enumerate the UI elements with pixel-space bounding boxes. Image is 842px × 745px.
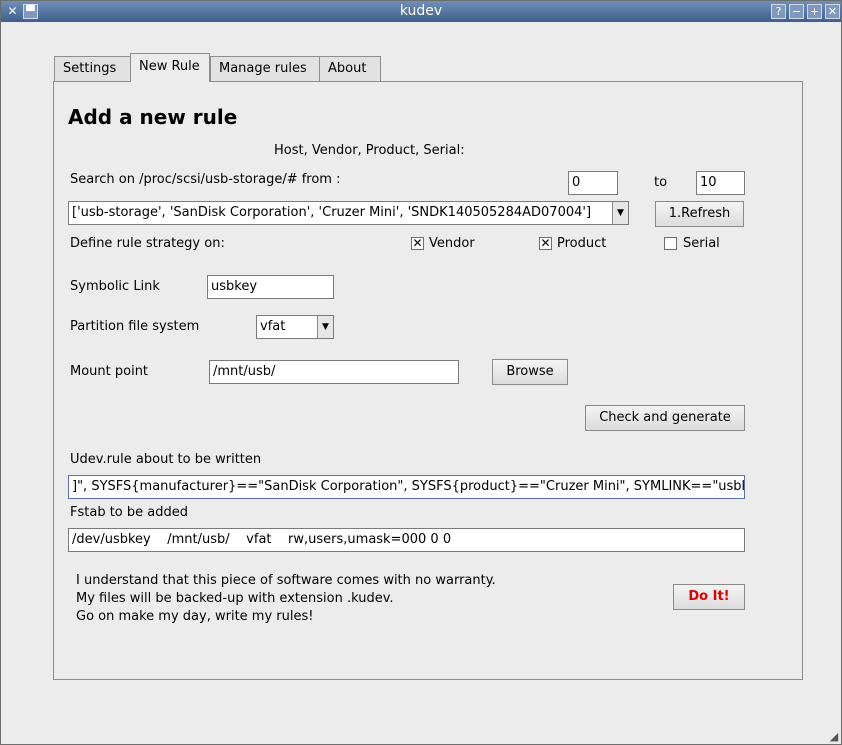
partition-label: Partition file system	[70, 319, 200, 334]
minimize-button[interactable]: −	[789, 4, 804, 19]
refresh-button[interactable]: 1.Refresh	[655, 201, 744, 227]
warranty-line-3: Go on make my day, write my rules!	[76, 609, 314, 624]
chevron-down-icon[interactable]: ▼	[612, 202, 628, 224]
window-menu-icon[interactable]: ✕	[5, 4, 20, 19]
symlink-input[interactable]: usbkey	[207, 275, 334, 299]
mount-label: Mount point	[70, 364, 149, 379]
vendor-checkbox-label: Vendor	[429, 236, 475, 251]
vendor-checkbox[interactable]: ✕	[411, 237, 424, 250]
serial-checkbox[interactable]	[664, 237, 677, 250]
kudev-window: ✕ ▀ kudev ? − + ✕ Settings New Rule Mana…	[0, 0, 842, 745]
fstab-field[interactable]: /dev/usbkey /mnt/usb/ vfat rw,users,umas…	[68, 528, 745, 552]
check-generate-button[interactable]: Check and generate	[585, 405, 745, 431]
search-from-input[interactable]: 0	[568, 171, 618, 195]
partition-combo-value: vfat	[260, 319, 286, 334]
page-title: Add a new rule	[68, 105, 238, 129]
title-bar[interactable]: ✕ ▀ kudev ? − + ✕	[1, 1, 841, 22]
product-checkbox-label: Product	[557, 236, 607, 251]
tab-manage-rules[interactable]: Manage rules	[210, 56, 320, 81]
tab-new-rule[interactable]: New Rule	[130, 53, 210, 82]
chevron-down-icon[interactable]: ▼	[317, 316, 333, 338]
udev-rule-field[interactable]: ]", SYSFS{manufacturer}=="SanDisk Corpor…	[68, 475, 745, 499]
window-title: kudev	[399, 3, 443, 19]
serial-checkbox-label: Serial	[683, 236, 720, 251]
shade-button[interactable]: ▀	[23, 4, 38, 19]
device-combo-value: ['usb-storage', 'SanDisk Corporation', '…	[72, 205, 592, 220]
close-button[interactable]: ✕	[825, 4, 840, 19]
warranty-line-2: My files will be backed-up with extensio…	[76, 591, 394, 606]
device-combo[interactable]: ['usb-storage', 'SanDisk Corporation', '…	[68, 201, 629, 225]
mount-input[interactable]: /mnt/usb/	[209, 360, 459, 384]
to-label: to	[654, 175, 668, 190]
fstab-label: Fstab to be added	[70, 505, 188, 520]
partition-combo[interactable]: vfat ▼	[256, 315, 334, 339]
search-label: Search on /proc/scsi/usb-storage/# from …	[70, 172, 341, 187]
tab-about[interactable]: About	[319, 56, 381, 81]
warranty-line-1: I understand that this piece of software…	[76, 573, 496, 588]
product-checkbox[interactable]: ✕	[539, 237, 552, 250]
tab-settings[interactable]: Settings	[54, 56, 131, 81]
udev-label: Udev.rule about to be written	[70, 452, 262, 467]
search-to-input[interactable]: 10	[696, 171, 745, 195]
columns-hint: Host, Vendor, Product, Serial:	[274, 143, 465, 158]
browse-button[interactable]: Browse	[492, 359, 568, 385]
strategy-label: Define rule strategy on:	[70, 236, 225, 251]
symlink-label: Symbolic Link	[70, 279, 160, 294]
resize-grip-icon[interactable]: ◢	[827, 730, 841, 744]
help-button[interactable]: ?	[771, 4, 786, 19]
do-it-button[interactable]: Do It!	[673, 584, 745, 610]
maximize-button[interactable]: +	[807, 4, 822, 19]
